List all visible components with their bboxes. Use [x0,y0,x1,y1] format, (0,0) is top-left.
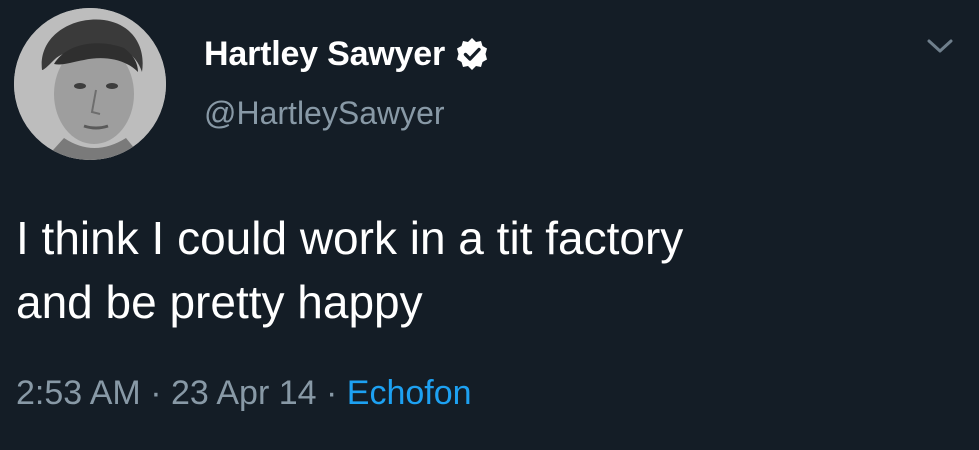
meta-separator: · [150,374,162,412]
avatar[interactable] [14,8,166,160]
tweet-meta: 2:53 AM · 23 Apr 14 · Echofon [16,374,472,413]
tweet-time[interactable]: 2:53 AM [16,374,141,412]
name-row: Hartley Sawyer [204,30,489,78]
display-name[interactable]: Hartley Sawyer [204,35,445,74]
tweet-text-line: I think I could work in a tit factory [16,212,684,264]
meta-separator: · [326,374,338,412]
chevron-down-icon[interactable] [926,36,954,56]
tweet-card: Hartley Sawyer @HartleySawyer I think I … [0,0,979,450]
verified-badge-icon [455,37,489,71]
tweet-source-link[interactable]: Echofon [347,374,472,412]
tweet-text: I think I could work in a tit factory an… [16,206,966,334]
user-handle[interactable]: @HartleySawyer [204,95,445,132]
tweet-date[interactable]: 23 Apr 14 [171,374,317,412]
avatar-photo [14,8,166,160]
tweet-text-line: and be pretty happy [16,276,423,328]
